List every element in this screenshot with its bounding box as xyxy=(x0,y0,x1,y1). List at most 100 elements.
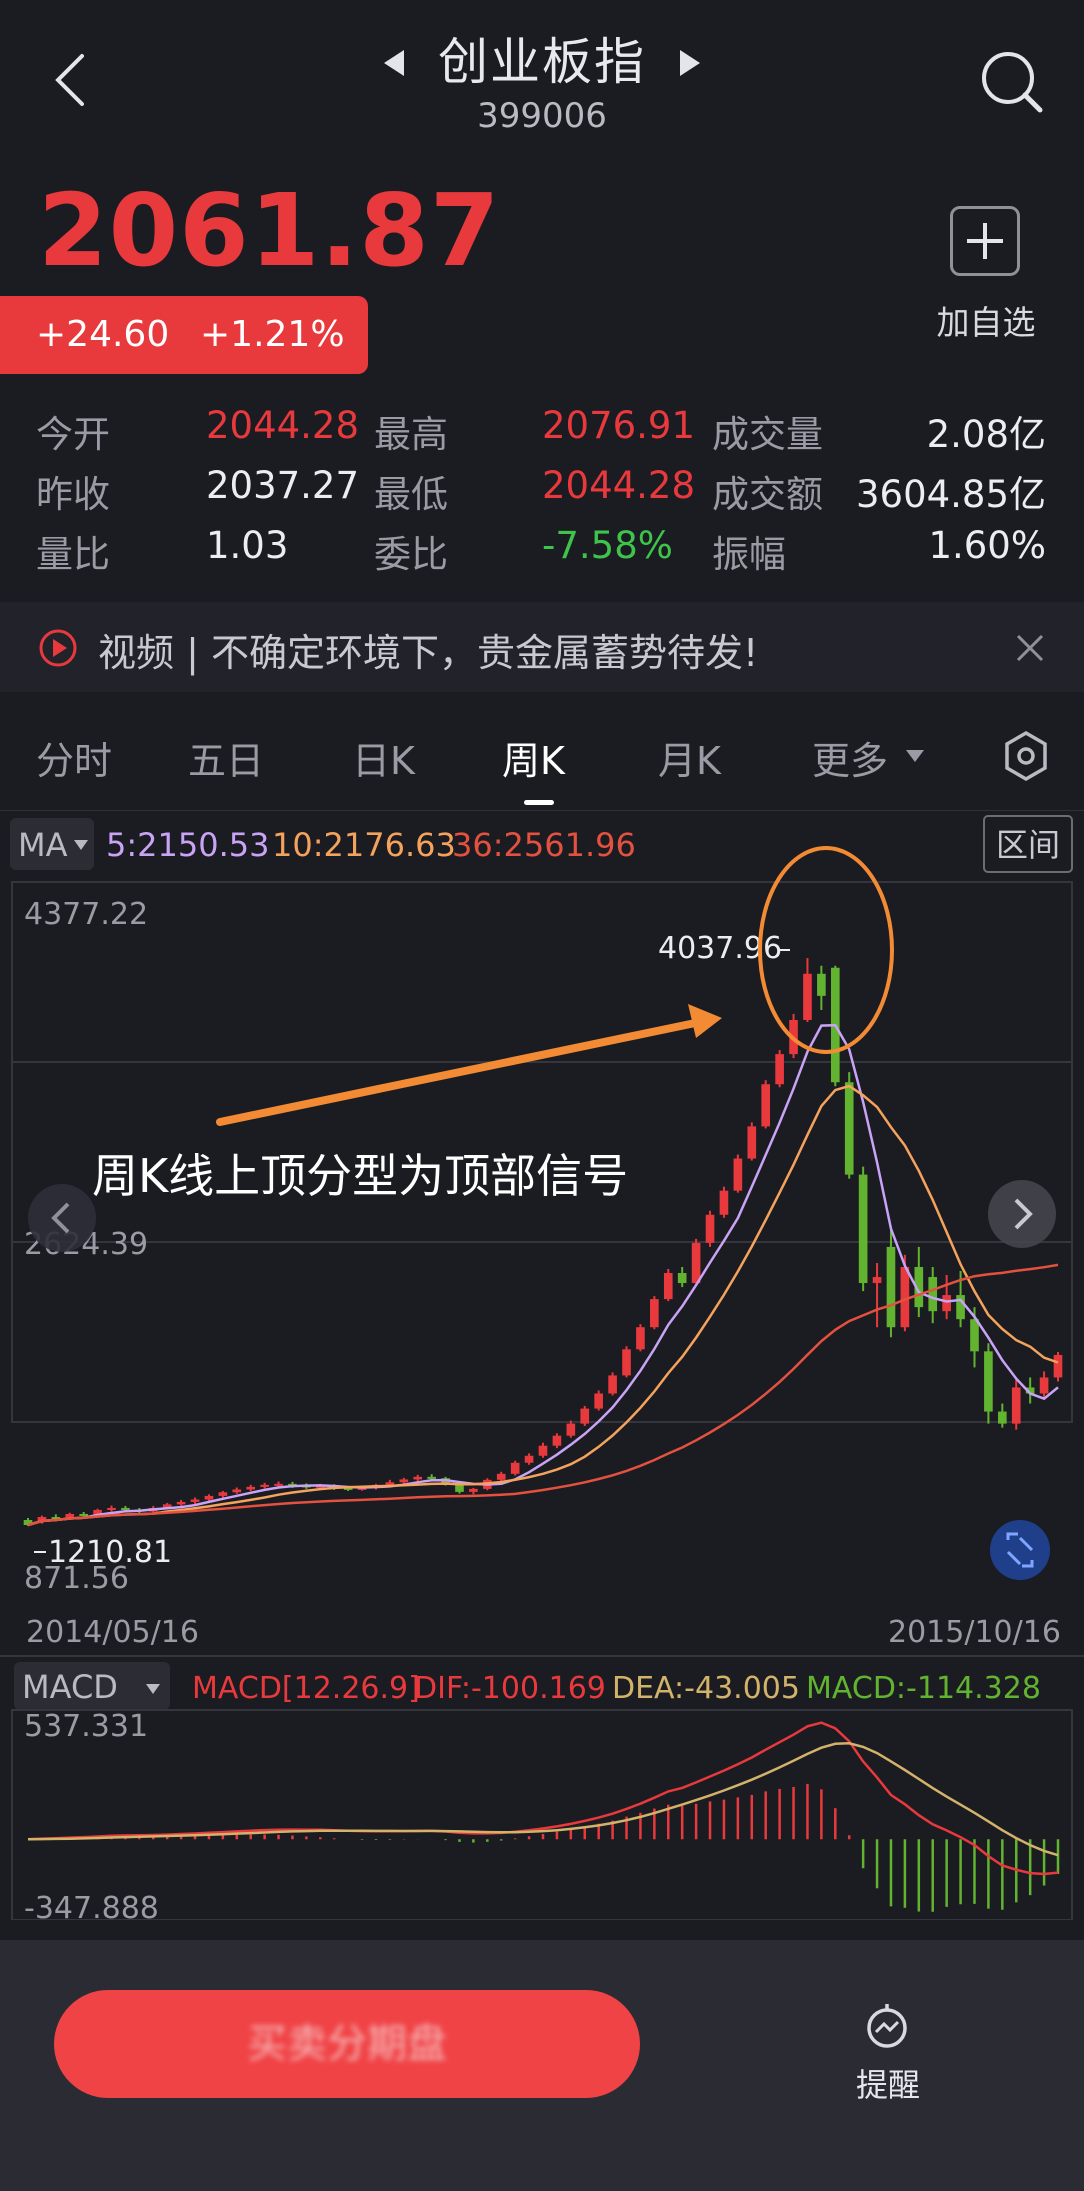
candle-body xyxy=(984,1351,993,1412)
chart-prev-button[interactable] xyxy=(28,1184,96,1252)
header: 创业板指 399006 xyxy=(0,0,1084,150)
fullscreen-button[interactable] xyxy=(990,1520,1050,1580)
min-price-label: 1210.81 xyxy=(48,1535,172,1570)
candle-body xyxy=(677,1273,687,1284)
stat-label-volume-ratio: 量比 xyxy=(36,533,110,576)
stat-value-order-ratio: -7.58% xyxy=(542,524,673,567)
candle-body xyxy=(761,1084,771,1127)
notice-bar[interactable]: 视频 | 不确定环境下，贵金属蓄势待发! xyxy=(0,602,1084,692)
tab-intraday[interactable]: 分时 xyxy=(36,730,112,785)
stat-label-low: 最低 xyxy=(374,473,448,516)
candle-body xyxy=(886,1246,896,1328)
candle-body xyxy=(580,1408,590,1424)
candle-body xyxy=(204,1495,214,1500)
candle-body xyxy=(413,1476,423,1480)
stat-value-high: 2076.91 xyxy=(542,404,696,447)
candle-body xyxy=(594,1393,603,1409)
candle-body xyxy=(176,1501,186,1505)
candle-body xyxy=(705,1214,715,1243)
trade-button-label: 买卖分期盘 xyxy=(247,2021,447,2067)
stock-code: 399006 xyxy=(477,96,607,136)
macd-y-top: 537.331 xyxy=(24,1709,148,1744)
tab-five-day[interactable]: 五日 xyxy=(188,730,264,785)
stat-label-prev-close: 昨收 xyxy=(36,473,110,516)
candle-body xyxy=(1039,1377,1049,1394)
candle-body xyxy=(636,1327,645,1350)
annotation-arrowhead xyxy=(688,1004,722,1038)
change-value: +24.60 xyxy=(36,314,170,355)
candle-body xyxy=(260,1484,269,1487)
candle-body xyxy=(608,1375,617,1394)
stat-value-prev-close: 2037.27 xyxy=(206,464,360,507)
notice-text: 视频 | 不确定环境下，贵金属蓄势待发! xyxy=(98,631,759,675)
candle-body xyxy=(747,1126,757,1159)
stat-value-open: 2044.28 xyxy=(206,404,360,447)
candle-body xyxy=(858,1174,868,1284)
settings-icon[interactable] xyxy=(1002,730,1050,782)
add-watchlist-button[interactable] xyxy=(950,206,1020,276)
candle-body xyxy=(218,1492,228,1496)
candle-body xyxy=(510,1462,520,1474)
macd-params: MACD[12.26.9] xyxy=(192,1671,420,1706)
macd-dea: DEA:-43.005 xyxy=(612,1671,800,1706)
close-icon[interactable] xyxy=(1014,632,1046,664)
annotation-arrow xyxy=(216,1018,704,1126)
range-button-label: 区间 xyxy=(996,826,1060,864)
dif-line xyxy=(27,1721,1059,1876)
candle-body xyxy=(427,1476,436,1479)
plus-icon xyxy=(967,223,1003,259)
current-price: 2061.87 xyxy=(38,172,501,289)
candle-body xyxy=(650,1299,659,1328)
candle-body xyxy=(733,1158,743,1191)
footer-bar: 买卖分期盘 提醒 xyxy=(0,1940,1084,2191)
stat-label-amplitude: 振幅 xyxy=(712,533,786,576)
chart-next-button[interactable] xyxy=(988,1180,1056,1248)
candle-body xyxy=(719,1190,729,1215)
candle-body xyxy=(566,1423,576,1436)
remind-label[interactable]: 提醒 xyxy=(856,2060,920,2106)
candle-body xyxy=(538,1445,548,1456)
candle-body xyxy=(246,1486,256,1490)
candle-body xyxy=(274,1483,283,1486)
trade-button[interactable]: 买卖分期盘 xyxy=(54,1990,640,2098)
search-icon[interactable] xyxy=(980,50,1044,114)
candle-body xyxy=(107,1507,116,1510)
candle-body xyxy=(79,1513,88,1516)
x-label-start: 2014/05/16 xyxy=(26,1615,199,1650)
x-label-end: 2015/10/16 xyxy=(888,1615,1061,1650)
stat-label-volume: 成交量 xyxy=(712,413,823,456)
candle-body xyxy=(817,973,826,996)
ma10-value: 10:2176.63 xyxy=(272,826,456,864)
tab-weekly-k[interactable]: 周K xyxy=(502,730,565,785)
candle-body xyxy=(942,1295,951,1312)
tab-more[interactable]: 更多 xyxy=(812,730,888,785)
stat-label-open: 今开 xyxy=(36,413,110,456)
page-title: 创业板指 xyxy=(438,33,646,91)
candle-body xyxy=(622,1349,631,1376)
candle-body xyxy=(121,1507,130,1510)
alarm-clock-icon[interactable] xyxy=(862,2000,912,2050)
tab-monthly-k[interactable]: 月K xyxy=(658,730,721,785)
add-watchlist-label[interactable]: 加自选 xyxy=(926,296,1046,344)
ma-selector-label: MA xyxy=(18,826,68,864)
change-badge: +24.60 +1.21% xyxy=(0,296,368,374)
kline-chart[interactable]: MA 5:2150.53 10:2176.63 36:2561.96 区间 43… xyxy=(0,810,1084,1920)
candle-body xyxy=(1011,1387,1021,1424)
stat-value-volume-ratio: 1.03 xyxy=(206,524,289,567)
tab-daily-k[interactable]: 日K xyxy=(352,730,415,785)
stat-value-volume: 2.08亿 xyxy=(926,413,1046,456)
candle-body xyxy=(469,1488,478,1492)
y-label-top: 4377.22 xyxy=(24,897,148,932)
triangle-right-icon[interactable] xyxy=(678,48,702,78)
caret-down-icon xyxy=(906,750,924,762)
stat-value-amplitude: 1.60% xyxy=(928,524,1046,567)
candle-body xyxy=(970,1319,979,1352)
play-icon xyxy=(39,629,77,667)
candle-body xyxy=(524,1455,534,1463)
candle-body xyxy=(998,1411,1007,1424)
macd-panel xyxy=(11,1709,1073,1920)
macd-selector-label: MACD xyxy=(22,1668,118,1706)
change-percent: +1.21% xyxy=(200,314,345,355)
candle-body xyxy=(691,1242,701,1284)
candle-body xyxy=(872,1277,882,1284)
